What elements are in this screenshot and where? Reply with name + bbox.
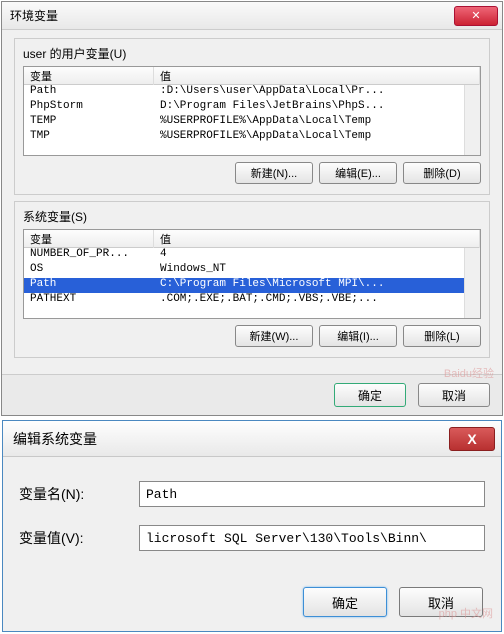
env-variables-dialog: 环境变量 ✕ user 的用户变量(U) 变量 值 Path:D:\Users\…: [1, 1, 503, 416]
user-vars-group: user 的用户变量(U) 变量 值 Path:D:\Users\user\Ap…: [14, 38, 490, 195]
system-vars-table[interactable]: 变量 值 NUMBER_OF_PR...4OSWindows_NTPathC:\…: [23, 229, 481, 319]
cancel-button[interactable]: 取消: [399, 587, 483, 617]
close-icon[interactable]: X: [449, 427, 495, 451]
system-vars-label: 系统变量(S): [23, 208, 481, 225]
table-row[interactable]: PhpStormD:\Program Files\JetBrains\PhpS.…: [24, 100, 480, 115]
close-icon[interactable]: ✕: [454, 6, 498, 26]
col-variable: 变量: [24, 67, 154, 85]
scrollbar[interactable]: [464, 85, 480, 155]
edit-system-variable-dialog: 编辑系统变量 X 变量名(N): 变量值(V): 确定 取消 php 中文网: [2, 420, 502, 632]
user-vars-table[interactable]: 变量 值 Path:D:\Users\user\AppData\Local\Pr…: [23, 66, 481, 156]
variable-name-input[interactable]: [139, 481, 485, 507]
ok-button[interactable]: 确定: [303, 587, 387, 617]
dialog-title: 编辑系统变量: [3, 429, 449, 449]
table-row[interactable]: OSWindows_NT: [24, 263, 480, 278]
user-vars-label: user 的用户变量(U): [23, 45, 481, 62]
edit-sys-button[interactable]: 编辑(I)...: [319, 325, 397, 347]
new-sys-button[interactable]: 新建(W)...: [235, 325, 313, 347]
delete-user-button[interactable]: 删除(D): [403, 162, 481, 184]
table-row[interactable]: PATHEXT.COM;.EXE;.BAT;.CMD;.VBS;.VBE;...: [24, 293, 480, 308]
table-row[interactable]: TEMP%USERPROFILE%\AppData\Local\Temp: [24, 115, 480, 130]
scrollbar[interactable]: [464, 248, 480, 318]
table-row[interactable]: NUMBER_OF_PR...4: [24, 248, 480, 263]
titlebar: 环境变量 ✕: [2, 2, 502, 30]
table-row[interactable]: Path:D:\Users\user\AppData\Local\Pr...: [24, 85, 480, 100]
variable-value-input[interactable]: [139, 525, 485, 551]
table-row[interactable]: PathC:\Program Files\Microsoft MPI\...: [24, 278, 480, 293]
col-value: 值: [154, 230, 480, 248]
delete-sys-button[interactable]: 删除(L): [403, 325, 481, 347]
col-value: 值: [154, 67, 480, 85]
new-user-button[interactable]: 新建(N)...: [235, 162, 313, 184]
ok-button[interactable]: 确定: [334, 383, 406, 407]
edit-user-button[interactable]: 编辑(E)...: [319, 162, 397, 184]
titlebar: 编辑系统变量 X: [3, 421, 501, 457]
dialog-title: 环境变量: [6, 7, 454, 24]
table-row[interactable]: TMP%USERPROFILE%\AppData\Local\Temp: [24, 130, 480, 145]
col-variable: 变量: [24, 230, 154, 248]
cancel-button[interactable]: 取消: [418, 383, 490, 407]
variable-name-label: 变量名(N):: [19, 484, 139, 504]
system-vars-group: 系统变量(S) 变量 值 NUMBER_OF_PR...4OSWindows_N…: [14, 201, 490, 358]
variable-value-label: 变量值(V):: [19, 528, 139, 548]
